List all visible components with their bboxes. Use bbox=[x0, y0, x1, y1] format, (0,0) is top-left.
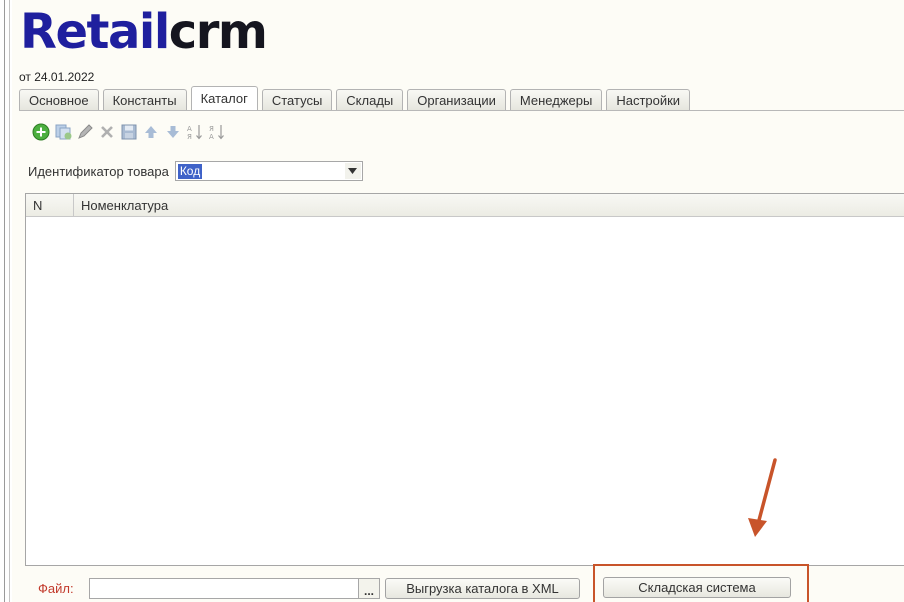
frame-line bbox=[9, 0, 10, 602]
tab-katalog[interactable]: Каталог bbox=[190, 86, 258, 110]
svg-text:Я: Я bbox=[209, 125, 214, 133]
product-id-select[interactable]: Код bbox=[174, 161, 363, 181]
tab-nastrojki[interactable]: Настройки bbox=[606, 89, 691, 110]
tab-osnovnoe[interactable]: Основное bbox=[19, 89, 99, 110]
chevron-down-icon[interactable] bbox=[344, 163, 361, 179]
retailcrm-logo: Retail crm bbox=[20, 2, 268, 62]
annotation-arrow-icon bbox=[748, 458, 777, 537]
tab-statusy[interactable]: Статусы bbox=[261, 89, 333, 110]
tab-sklady[interactable]: Склады bbox=[336, 89, 404, 110]
copy-icon[interactable] bbox=[54, 123, 72, 141]
tab-konstanty[interactable]: Константы bbox=[102, 89, 187, 110]
tabs-divider bbox=[19, 110, 904, 111]
export-catalog-xml-button[interactable]: Выгрузка каталога в XML bbox=[385, 577, 580, 599]
logo-etail: etail bbox=[55, 4, 170, 60]
file-label: Файл: bbox=[38, 580, 74, 596]
frame-line bbox=[4, 0, 5, 602]
catalog-toolbar: АЯ ЯА bbox=[32, 121, 226, 143]
window-frame-left bbox=[0, 0, 12, 602]
product-id-row: Идентификатор товара Код bbox=[28, 161, 363, 181]
tab-menedzhery[interactable]: Менеджеры bbox=[509, 89, 603, 110]
logo-crm: crm bbox=[168, 4, 268, 60]
version-label: от 24.01.2022 bbox=[19, 70, 95, 84]
column-header-n[interactable]: N bbox=[26, 193, 74, 217]
warehouse-system-button[interactable]: Складская система bbox=[603, 577, 791, 598]
add-icon[interactable] bbox=[32, 123, 50, 141]
product-id-label: Идентификатор товара bbox=[28, 163, 169, 179]
footer-row: Файл: ... Выгрузка каталога в XML bbox=[28, 576, 580, 600]
product-id-value: Код bbox=[177, 163, 203, 179]
svg-text:А: А bbox=[187, 125, 192, 133]
table-header: N Номенклатура bbox=[26, 193, 904, 217]
svg-text:Я: Я bbox=[187, 133, 192, 141]
svg-text:А: А bbox=[209, 133, 214, 141]
save-icon[interactable] bbox=[120, 123, 138, 141]
sort-ascending-icon[interactable]: АЯ bbox=[186, 123, 204, 141]
move-down-icon[interactable] bbox=[164, 123, 182, 141]
file-path-input[interactable] bbox=[89, 577, 359, 599]
tab-bar: Основное Константы Каталог Статусы Склад… bbox=[19, 86, 691, 110]
sort-descending-icon[interactable]: ЯА bbox=[208, 123, 226, 141]
browse-button[interactable]: ... bbox=[359, 577, 380, 599]
move-up-icon[interactable] bbox=[142, 123, 160, 141]
delete-icon[interactable] bbox=[98, 123, 116, 141]
column-header-nomenclature[interactable]: Номенклатура bbox=[74, 194, 168, 217]
tab-organizacii[interactable]: Организации bbox=[407, 89, 506, 110]
logo-letter-r: R bbox=[20, 4, 57, 60]
edit-icon[interactable] bbox=[76, 123, 94, 141]
